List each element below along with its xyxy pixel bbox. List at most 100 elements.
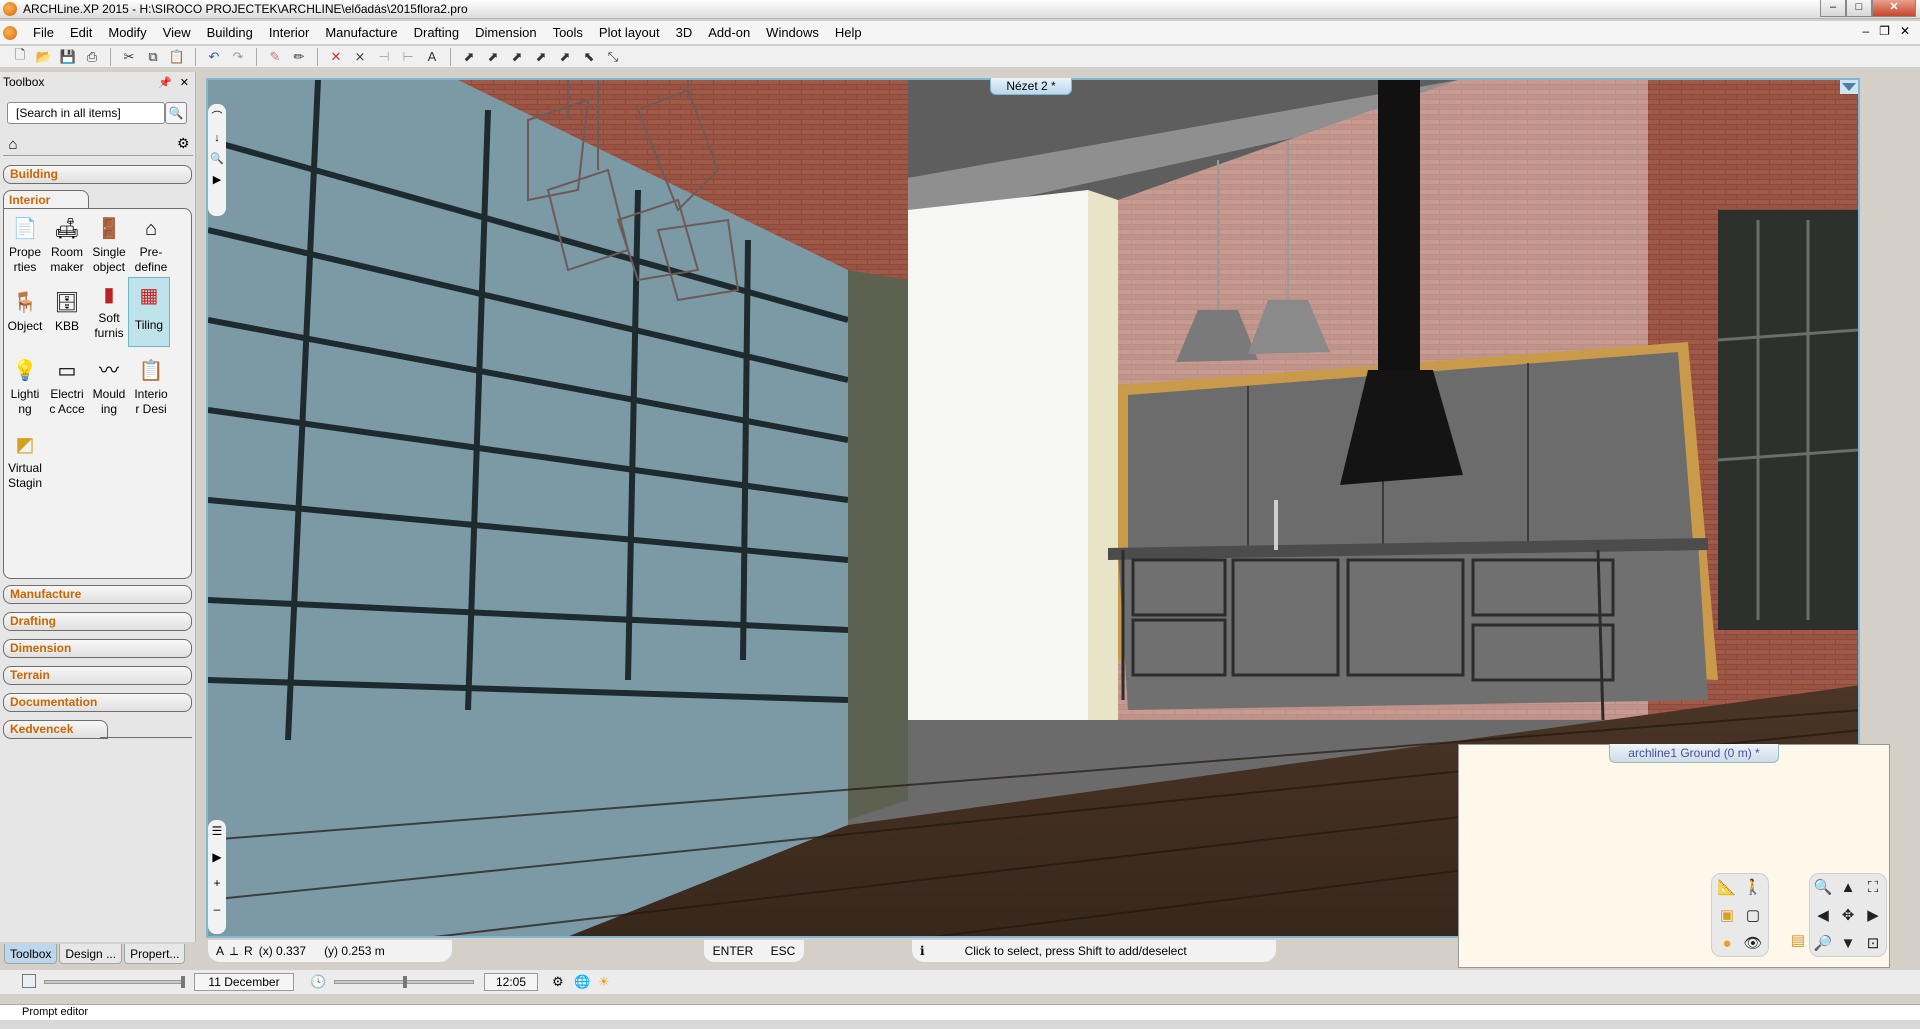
menu-drafting[interactable]: Drafting	[406, 22, 468, 44]
menu-file[interactable]: File	[25, 22, 62, 44]
tool-soft-furnishing[interactable]: ▮ Soft furnis	[89, 281, 129, 341]
menu-addon[interactable]: Add-on	[700, 22, 758, 44]
menu-tools[interactable]: Tools	[545, 22, 591, 44]
relative-coord-icon[interactable]: R	[244, 944, 253, 958]
snap-icon[interactable]: ⟂	[230, 944, 238, 959]
home-icon[interactable]: ⌂	[3, 134, 23, 154]
category-manufacture[interactable]: Manufacture	[3, 585, 192, 604]
minimize-button[interactable]: –	[1820, 0, 1846, 17]
tool-kbb[interactable]: 🗄 KBB	[47, 289, 87, 334]
view-tab-label[interactable]: Nézet 2 *	[990, 78, 1072, 95]
walk-icon[interactable]: 🚶	[1742, 876, 1764, 898]
select-tool-5-icon[interactable]: ⬈	[555, 48, 575, 66]
tool-moulding[interactable]: 〰 Mould ing	[89, 357, 129, 417]
tab-properties[interactable]: Propert...	[124, 944, 186, 964]
view-menu-corner-icon[interactable]	[1840, 80, 1858, 94]
menu-plot-layout[interactable]: Plot layout	[591, 22, 668, 44]
select-tool-3-icon[interactable]: ⬈	[507, 48, 527, 66]
zoom-window-icon[interactable]: ⊡	[1862, 932, 1884, 954]
mdi-minimize-button[interactable]: –	[1862, 24, 1869, 38]
globe-icon[interactable]: 🌐	[574, 974, 590, 990]
open-folder-icon[interactable]: 📂	[34, 48, 54, 66]
toolbox-search-input[interactable]: [Search in all items]	[7, 102, 165, 124]
select-tool-7-icon[interactable]: ⤡	[603, 48, 623, 66]
close-button[interactable]: ✕	[1872, 0, 1916, 17]
time-field[interactable]: 12:05	[484, 973, 538, 991]
pencil-icon[interactable]: ✏	[289, 48, 309, 66]
tool-interior-design[interactable]: 📋 Interio r Desi	[131, 357, 171, 417]
print-icon[interactable]: ⎙	[82, 48, 102, 66]
category-kedvencek[interactable]: Kedvencek	[3, 720, 108, 739]
tool-lighting[interactable]: 💡 Lighti ng	[5, 357, 45, 417]
esc-key[interactable]: ESC	[771, 944, 796, 958]
trim-icon[interactable]: ⨯	[350, 48, 370, 66]
menu-dimension[interactable]: Dimension	[467, 22, 544, 44]
arrow-left-icon[interactable]: ◀	[1812, 904, 1834, 926]
cut-icon[interactable]: ✂	[119, 48, 139, 66]
tab-toolbox[interactable]: Toolbox	[4, 944, 58, 964]
select-tool-4-icon[interactable]: ⬈	[531, 48, 551, 66]
tool-room-maker[interactable]: 🛋 Room maker	[47, 215, 87, 275]
sun-icon[interactable]: ●	[1716, 932, 1738, 954]
zoom-extents-icon[interactable]: ⛶	[1862, 876, 1884, 898]
save-icon[interactable]: 💾	[58, 48, 78, 66]
date-slider[interactable]	[44, 976, 185, 988]
close-panel-icon[interactable]: ✕	[180, 76, 189, 89]
category-dimension[interactable]: Dimension	[3, 639, 192, 658]
camera-plan-icon[interactable]: 📐	[1716, 876, 1738, 898]
date-slider-knob[interactable]	[181, 976, 185, 988]
paste-icon[interactable]: 📋	[167, 48, 187, 66]
align-left-icon[interactable]: ⊣	[374, 48, 394, 66]
tool-tiling[interactable]: ▦ Tiling	[128, 277, 170, 347]
align-right-icon[interactable]: ⊢	[398, 48, 418, 66]
zoom-out-icon[interactable]: 🔎	[1812, 932, 1834, 954]
clock-icon[interactable]: 🕓	[310, 974, 326, 990]
menu-modify[interactable]: Modify	[100, 22, 154, 44]
select-tool-2-icon[interactable]: ⬈	[483, 48, 503, 66]
menu-help[interactable]: Help	[827, 22, 870, 44]
tool-properties[interactable]: 📄 Prope rties	[5, 215, 45, 275]
eye-icon[interactable]: 👁	[1742, 932, 1764, 954]
calendar-icon[interactable]	[22, 974, 36, 988]
play-icon[interactable]: ▶	[213, 173, 221, 186]
text-tool-icon[interactable]: A	[216, 944, 224, 958]
select-tool-1-icon[interactable]: ⬈	[459, 48, 479, 66]
text-style-icon[interactable]: A	[422, 48, 442, 66]
arrow-up-icon[interactable]: ▲	[1837, 876, 1859, 898]
sun-icon[interactable]: ☀	[598, 974, 610, 990]
solid-box-icon[interactable]: ▣	[1716, 904, 1738, 926]
paint-icon[interactable]: ✎	[265, 48, 285, 66]
tool-electric[interactable]: ▭ Electri c Acce	[47, 357, 87, 417]
category-terrain[interactable]: Terrain	[3, 666, 192, 685]
zoom-icon[interactable]: 🔍	[210, 152, 224, 165]
arrow-right-icon[interactable]: ▶	[1862, 904, 1884, 926]
layer-icon[interactable]: ▤	[1787, 929, 1809, 951]
app-menu-icon[interactable]	[3, 25, 17, 40]
tool-predefine[interactable]: ⌂ Pre- define	[131, 215, 171, 275]
pan-icon[interactable]: ✥	[1837, 904, 1859, 926]
menu-manufacture[interactable]: Manufacture	[317, 22, 405, 44]
search-icon[interactable]: 🔍	[165, 102, 187, 124]
zoom-in-icon[interactable]: 🔍	[1812, 876, 1834, 898]
list-icon[interactable]: ☰	[212, 824, 223, 838]
new-file-icon[interactable]: 🗋	[10, 47, 30, 66]
menu-building[interactable]: Building	[199, 22, 261, 44]
category-interior[interactable]: Interior	[3, 190, 89, 209]
plan-view-label[interactable]: archline1 Ground (0 m) *	[1609, 744, 1779, 763]
menu-edit[interactable]: Edit	[62, 22, 100, 44]
settings-icon[interactable]: ⚙	[552, 974, 564, 990]
time-slider-knob[interactable]	[403, 976, 407, 988]
mdi-close-button[interactable]: ✕	[1900, 24, 1910, 38]
category-building[interactable]: Building	[3, 165, 192, 184]
date-field[interactable]: 11 December	[194, 973, 294, 991]
arrow-down-icon[interactable]: ▼	[1837, 932, 1859, 954]
select-tool-6-icon[interactable]: ⬉	[579, 48, 599, 66]
enter-key[interactable]: ENTER	[713, 944, 754, 958]
delete-icon[interactable]: ✕	[326, 48, 346, 66]
mdi-restore-button[interactable]: ❐	[1879, 24, 1890, 38]
undo-icon[interactable]: ↶	[204, 48, 224, 66]
time-slider[interactable]	[334, 976, 474, 988]
collapse-icon[interactable]: ⌒	[212, 108, 223, 124]
zoom-out-icon[interactable]: –	[214, 902, 221, 916]
pin-icon[interactable]: 📌	[158, 76, 172, 89]
